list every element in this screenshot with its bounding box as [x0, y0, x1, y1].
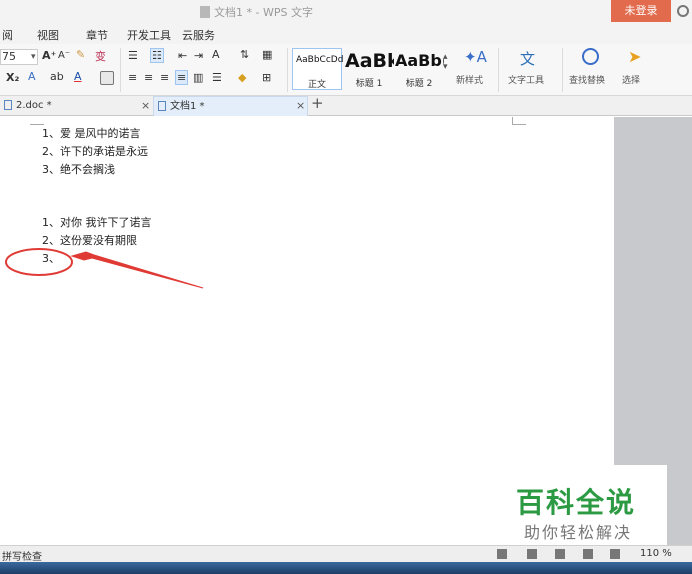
new-style-icon[interactable]: ✦A — [464, 48, 487, 66]
case-icon[interactable]: A — [212, 48, 220, 61]
style-normal[interactable]: AaBbCcDd 正文 — [292, 48, 344, 90]
list-item[interactable]: 1、对你 我许下了诺言 — [42, 214, 152, 230]
sort-icon[interactable]: ⇅ — [240, 48, 249, 61]
doc-file-icon — [4, 100, 12, 110]
find-replace-icon[interactable] — [582, 48, 599, 65]
shading-icon[interactable]: ◆ — [238, 71, 246, 84]
numbered-list-icon[interactable]: ☷ — [150, 48, 164, 63]
web-layout-icon[interactable] — [555, 549, 565, 559]
reading-mode-icon[interactable] — [610, 549, 620, 559]
table-border-icon[interactable]: ▦ — [262, 48, 272, 61]
align-right-icon[interactable]: ≡ — [160, 71, 169, 84]
list-item[interactable]: 2、许下的承诺是永远 — [42, 143, 148, 159]
close-tab-icon[interactable]: × — [296, 96, 305, 116]
ribbon-divider — [562, 48, 563, 92]
distribute-icon[interactable]: ▥ — [193, 71, 203, 84]
list-item[interactable]: 1、爱 是风中的诺言 — [42, 125, 141, 141]
text-tools-button[interactable]: 文字工具 — [508, 73, 544, 86]
text-tools-icon[interactable]: 文 — [520, 48, 540, 68]
menu-review[interactable]: 阅 — [2, 27, 13, 43]
select-button[interactable]: 选择 — [622, 73, 640, 86]
new-tab-icon[interactable]: + — [311, 94, 324, 112]
ribbon-divider — [120, 48, 121, 92]
align-center-icon[interactable]: ≡ — [144, 71, 153, 84]
watermark-title: 百科全说 — [516, 486, 637, 519]
tab-document-1-label: 文档1 * — [170, 101, 205, 112]
ribbon-toolbar: 75 ▾ A⁺ A⁻ ✎ 变 X₂ A ab A ☰ ☷ ⇤ ⇥ A ⇅ ▦ ≡… — [0, 44, 692, 96]
ribbon-divider — [498, 48, 499, 92]
list-item[interactable]: 3、绝不会搁浅 — [42, 161, 115, 177]
tab-2-doc[interactable]: 2.doc * — [0, 96, 150, 116]
gallery-scroll-icon[interactable]: ▴ ▾ — [443, 52, 448, 72]
chevron-down-icon[interactable]: ▾ — [31, 52, 36, 62]
highlight-icon[interactable]: ab — [50, 70, 64, 83]
clear-format-icon[interactable]: ✎ — [76, 48, 85, 61]
watermark-subtitle: 助你轻松解决 — [524, 523, 633, 542]
new-style-button[interactable]: 新样式 — [456, 73, 483, 86]
menu-developer[interactable]: 开发工具 — [127, 27, 171, 43]
justify-icon[interactable]: ≡ — [175, 70, 189, 85]
outline-view-icon[interactable] — [583, 549, 593, 559]
subscript-icon[interactable]: X₂ — [6, 71, 19, 84]
window-title-text: 文档1 * - WPS 文字 — [214, 6, 313, 19]
full-screen-icon[interactable] — [527, 549, 537, 559]
list-item[interactable]: 3、 — [42, 250, 60, 266]
text-effect-icon[interactable]: A — [28, 70, 36, 83]
font-color-icon[interactable]: A — [74, 70, 82, 83]
tab-2-doc-label: 2.doc * — [16, 100, 52, 111]
login-button[interactable]: 未登录 — [611, 0, 671, 22]
style-heading-2[interactable]: AaBb( 标题 2 — [394, 48, 444, 90]
align-left-icon[interactable]: ≡ — [128, 71, 137, 84]
menu-chapter[interactable]: 章节 — [86, 27, 108, 43]
style-heading-1[interactable]: AaBk 标题 1 — [344, 48, 394, 90]
select-cursor-icon[interactable]: ➤ — [628, 47, 648, 66]
bullet-list-icon[interactable]: ☰ — [128, 49, 138, 62]
menu-view[interactable]: 视图 — [37, 27, 59, 43]
spellcheck-toggle[interactable]: 拼写检查 — [2, 548, 42, 563]
windows-taskbar — [0, 562, 692, 574]
grow-font-icon[interactable]: A⁺ — [42, 49, 56, 62]
ribbon-divider — [287, 48, 288, 92]
style-normal-label: 正文 — [307, 80, 326, 90]
style-heading-1-sample: AaBk — [345, 50, 394, 72]
decrease-indent-icon[interactable]: ⇤ — [178, 49, 187, 62]
list-item[interactable]: 2、这份爱没有期限 — [42, 232, 137, 248]
menu-cloud[interactable]: 云服务 — [182, 27, 215, 43]
close-tab-icon[interactable]: × — [141, 96, 150, 116]
zoom-level[interactable]: 110 % — [640, 548, 672, 559]
style-heading-1-label: 标题 1 — [355, 79, 383, 89]
settings-icon[interactable] — [677, 5, 689, 17]
phonetic-guide-icon[interactable]: 变 — [95, 48, 106, 64]
margin-marker — [30, 117, 44, 125]
line-spacing-icon[interactable]: ☰ — [212, 71, 222, 84]
tab-document-1[interactable]: 文档1 * — [153, 96, 308, 116]
find-replace-button[interactable]: 查找替换 — [569, 73, 605, 86]
document-icon — [200, 6, 210, 18]
char-shading-icon[interactable] — [100, 71, 114, 85]
page-view-icon[interactable] — [497, 549, 507, 559]
style-heading-2-sample: AaBb( — [395, 51, 444, 70]
style-normal-sample: AaBbCcDd — [296, 55, 344, 65]
status-bar: 拼写检查 110 % — [0, 545, 692, 563]
watermark: 百科全说 助你轻松解决 — [496, 465, 667, 545]
increase-indent-icon[interactable]: ⇥ — [194, 49, 203, 62]
style-heading-2-label: 标题 2 — [405, 79, 433, 89]
shrink-font-icon[interactable]: A⁻ — [58, 50, 70, 61]
title-bar: 文档1 * - WPS 文字 未登录 — [0, 0, 692, 24]
menu-bar: 阅 视图 章节 开发工具 云服务 — [0, 24, 692, 44]
doc-file-icon — [158, 101, 166, 111]
document-tab-bar: 2.doc * × 文档1 * × + — [0, 94, 692, 116]
margin-marker — [512, 117, 526, 125]
window-title: 文档1 * - WPS 文字 — [200, 4, 313, 20]
border-icon[interactable]: ⊞ — [262, 71, 271, 84]
